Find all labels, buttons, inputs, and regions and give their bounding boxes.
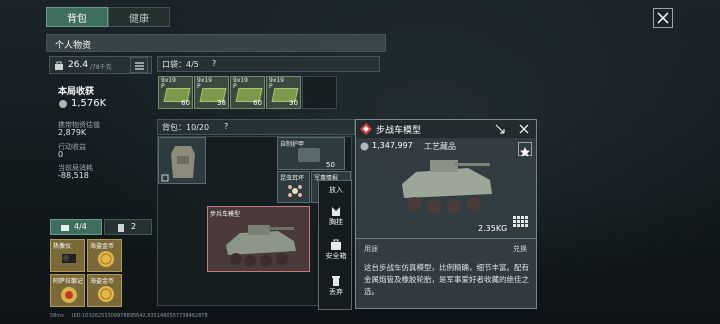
divider	[356, 238, 536, 239]
equip-item-coin[interactable]: 海盗金币	[87, 239, 122, 272]
pocket-slot-ammo[interactable]: 9x19 P 60	[230, 76, 265, 109]
detail-title: 步战车模型	[376, 126, 422, 136]
flower-charm-icon	[288, 185, 302, 197]
rarity-diamond-icon	[360, 123, 372, 135]
close-icon	[657, 12, 669, 24]
income-title: 本局收获	[58, 87, 95, 97]
equip-tab-a-count: 4/4	[74, 222, 87, 231]
status-bar: 58ms UID:10326253309978895642,6351480557…	[50, 313, 320, 322]
tab-health[interactable]: 健康	[108, 7, 170, 27]
pocket-slot-ammo[interactable]: 9x19 P 60	[158, 76, 193, 109]
equip-item-label: 海盗金币	[90, 243, 115, 250]
bag-icon	[118, 224, 124, 232]
close-button[interactable]	[653, 8, 673, 28]
close-icon[interactable]	[518, 123, 530, 135]
ammo-count: 38	[217, 99, 226, 107]
uid-readout: UID:10326253309978895642,635148055773846…	[71, 313, 208, 319]
pockets-label: 口袋：4/5	[162, 60, 199, 69]
weight-current: 26.4	[68, 60, 89, 70]
grid-size-icon	[513, 216, 528, 227]
image-icon	[161, 174, 169, 182]
case-icon	[61, 225, 69, 231]
ping-readout: 58ms	[50, 313, 64, 319]
pocket-slot-empty[interactable]	[302, 76, 337, 109]
body-armor-icon	[171, 146, 195, 178]
price-row: 1,347,997 工艺藏品	[360, 141, 530, 153]
equip-item-emblem[interactable]: 阿萨拉徽记	[50, 274, 85, 307]
equip-tab-b[interactable]: 2	[104, 219, 152, 235]
menu-safe-box[interactable]: 安全箱	[319, 239, 353, 261]
charm-label: 昆虫耳坏	[280, 175, 305, 182]
pocket-slot-ammo[interactable]: 9x19 P 30	[266, 76, 301, 109]
item-detail-panel: 步战车模型 1,347,997 工艺藏品 2.35KG 用途 兑换 这台步战车仿…	[355, 119, 537, 309]
equip-item-label: 阿萨拉徽记	[53, 278, 84, 285]
pockets-help[interactable]: ?	[212, 59, 216, 68]
backpack-item-vehicle-selected[interactable]: 步兵车模型	[207, 206, 310, 272]
detail-weight: 2.35KG	[478, 224, 508, 233]
weight-max: /78千克	[90, 64, 112, 71]
coin-icon	[59, 100, 67, 108]
menu-chest-label: 胸挂	[329, 218, 343, 226]
tab-backpack[interactable]: 背包	[46, 7, 108, 27]
list-view-button[interactable]	[130, 57, 148, 73]
stat-value: 2,879K	[58, 128, 87, 137]
backpack-item-charm[interactable]: 昆虫耳坏	[277, 171, 310, 203]
apc-model-icon	[226, 225, 296, 267]
ammo-count: 30	[289, 99, 298, 107]
ammo-count: 60	[253, 99, 262, 107]
usage-tab[interactable]: 用途	[364, 244, 378, 254]
backpack-label: 背包：10/20	[162, 123, 210, 132]
coin-icon	[360, 142, 369, 151]
detail-price: 1,347,997	[372, 141, 413, 150]
chest-rig-icon	[332, 207, 340, 216]
backpack-help[interactable]: ?	[224, 122, 228, 131]
ammo-count: 60	[181, 99, 190, 107]
gold-coin-icon	[98, 286, 114, 302]
equip-item-thermal[interactable]: 热像仪	[50, 239, 85, 272]
equip-tab-b-count: 2	[131, 222, 137, 231]
thermal-camera-icon	[62, 254, 76, 263]
favorite-button[interactable]	[518, 142, 532, 157]
collapse-icon[interactable]	[494, 123, 506, 135]
section-title: 个人物资	[55, 41, 92, 51]
apc-model-preview	[402, 160, 492, 213]
list-icon	[135, 62, 144, 70]
section-header: 个人物资	[46, 34, 386, 52]
income-row: 1,576K	[58, 98, 128, 112]
exchange-tab[interactable]: 兑换	[513, 244, 527, 254]
armor-plate-icon	[298, 148, 320, 162]
stat-value: -88,518	[58, 171, 89, 180]
menu-chest-rig[interactable]: 胸挂	[319, 205, 353, 227]
pocket-slot-ammo[interactable]: 9x19 P 38	[194, 76, 229, 109]
equip-item-label: 热像仪	[53, 243, 72, 250]
safe-box-icon	[331, 239, 341, 250]
backpack-item-vest[interactable]	[158, 137, 206, 184]
trash-icon	[332, 276, 340, 286]
income-value: 1,576K	[71, 98, 107, 109]
stat-value: 0	[58, 150, 64, 159]
equip-item-coin-2[interactable]: 海盗金币	[87, 274, 122, 307]
equip-tab-a[interactable]: 4/4	[50, 219, 102, 235]
context-menu: 放入 胸挂 安全箱 丢弃	[318, 180, 352, 310]
menu-discard-label: 丢弃	[329, 288, 343, 296]
backpack-header: 背包：10/20 ?	[157, 119, 355, 135]
emblem-icon	[61, 287, 77, 303]
menu-safe-label: 安全箱	[325, 252, 347, 260]
menu-discard[interactable]: 丢弃	[319, 275, 353, 297]
star-icon	[520, 147, 530, 157]
detail-category: 工艺藏品	[424, 142, 456, 151]
pockets-header: 口袋：4/5 ?	[157, 56, 380, 72]
gold-coin-icon	[98, 251, 114, 267]
vehicle-slot-label: 步兵车模型	[210, 211, 241, 218]
detail-header: 步战车模型	[356, 120, 536, 138]
weight-icon	[55, 61, 63, 70]
menu-place-label: 放入	[329, 186, 343, 194]
menu-place[interactable]: 放入	[319, 185, 353, 195]
detail-description: 这台步战车仿真模型，比例精确，细节丰富。配有金属炮管及橡胶轮胎，是军事爱好者收藏…	[364, 263, 529, 296]
armor-durability: 50	[326, 161, 335, 169]
equip-item-label: 海盗金币	[90, 278, 115, 285]
backpack-item-armor[interactable]: 自制护甲 50	[277, 137, 345, 170]
